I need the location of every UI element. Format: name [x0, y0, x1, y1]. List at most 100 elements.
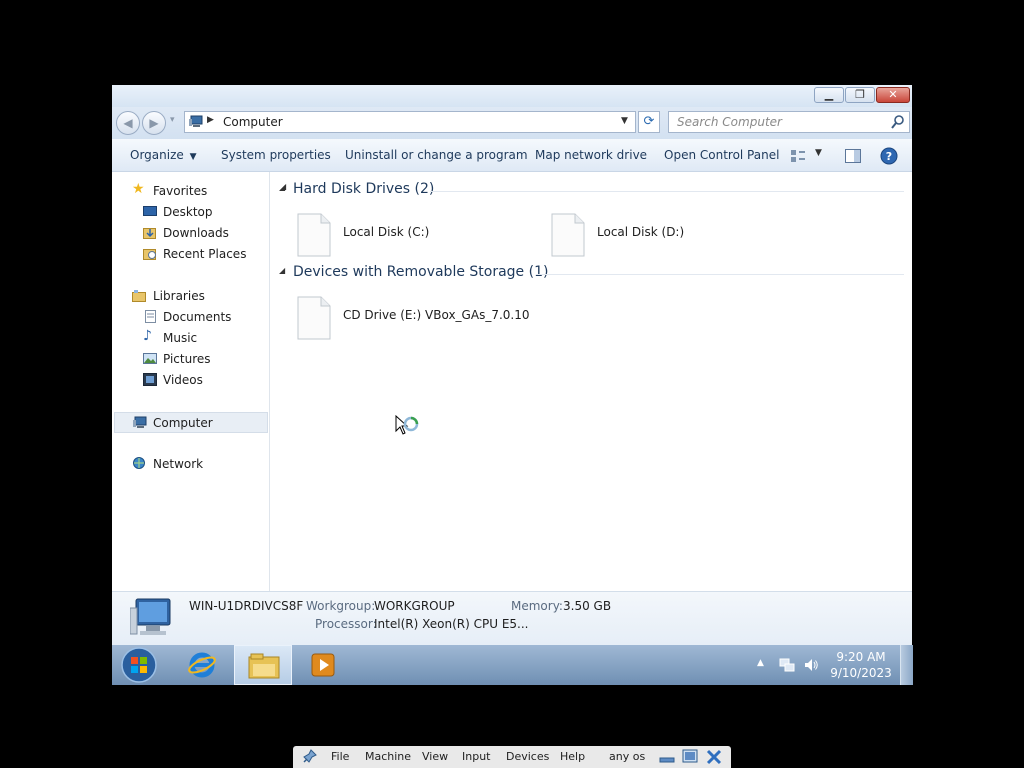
busy-cursor-icon: [395, 415, 419, 435]
preview-pane-icon[interactable]: [845, 149, 861, 163]
explorer-window: ▁ ❐ ✕ ◀ ▶ ▾ ▶ Computer ▼ ⟳ Search Comput…: [112, 85, 912, 645]
collapse-arrow-icon[interactable]: ◢: [279, 266, 285, 275]
help-icon[interactable]: ?: [880, 147, 898, 165]
taskbar-internet-explorer[interactable]: [176, 645, 228, 685]
close-button[interactable]: ✕: [876, 87, 910, 103]
minimize-icon: ▁: [824, 88, 834, 101]
drive-item-e[interactable]: CD Drive (E:) VBox_GAs_7.0.10: [297, 296, 537, 340]
nav-item-network[interactable]: Network: [112, 454, 268, 474]
details-pane: WIN-U1DRDIVCS8F Workgroup: WORKGROUP Mem…: [112, 591, 912, 645]
nav-item-libraries[interactable]: Libraries: [112, 286, 268, 306]
restore-icon: ❐: [855, 88, 865, 101]
address-dropdown-icon[interactable]: ▼: [621, 116, 628, 126]
drive-file-icon: [297, 296, 331, 340]
nav-item-videos[interactable]: Videos: [112, 370, 268, 390]
pin-icon[interactable]: [301, 749, 317, 765]
recent-places-icon: [143, 249, 156, 260]
pictures-icon: [143, 353, 157, 364]
nav-item-favorites[interactable]: ★ Favorites: [112, 181, 268, 201]
nav-label: Pictures: [163, 352, 211, 366]
computer-large-icon: [130, 598, 171, 635]
organize-button[interactable]: Organize ▼: [130, 139, 197, 171]
breadcrumb-chevron-icon[interactable]: ▶: [207, 115, 214, 125]
drive-label: Local Disk (D:): [597, 225, 685, 239]
open-control-panel-button[interactable]: Open Control Panel: [664, 139, 779, 171]
network-icon: [133, 457, 145, 469]
nav-label: Computer: [153, 416, 213, 430]
drive-file-icon: [551, 213, 585, 257]
group-header-hard-disk-drives[interactable]: Hard Disk Drives (2): [293, 181, 434, 197]
nav-label: Downloads: [163, 226, 229, 240]
nav-label: Documents: [163, 310, 232, 324]
minimize-button[interactable]: ▁: [814, 87, 844, 103]
map-network-drive-button[interactable]: Map network drive: [535, 139, 647, 171]
minimize-vm-icon[interactable]: [659, 750, 675, 764]
address-bar[interactable]: ▶ Computer ▼: [184, 111, 636, 133]
clock[interactable]: 9:20 AM 9/10/2023: [830, 649, 892, 681]
volume-icon[interactable]: [803, 657, 819, 673]
search-icon[interactable]: [891, 115, 905, 129]
vbox-mini-toolbar: File Machine View Input Devices Help any…: [293, 746, 731, 768]
nav-label: Desktop: [163, 205, 213, 219]
processor-value: Intel(R) Xeon(R) CPU E5...: [374, 617, 529, 631]
explorer-folder-icon: [248, 653, 280, 679]
videos-icon: [143, 373, 157, 386]
address-row: ◀ ▶ ▾ ▶ Computer ▼ ⟳ Search Computer: [112, 107, 912, 139]
system-properties-button[interactable]: System properties: [221, 139, 331, 171]
computer-icon: [133, 416, 147, 428]
exit-fullscreen-icon[interactable]: [682, 749, 698, 765]
vbox-menu-machine[interactable]: Machine: [365, 746, 411, 768]
uninstall-program-button[interactable]: Uninstall or change a program: [345, 139, 528, 171]
taskbar-windows-explorer[interactable]: [234, 645, 292, 685]
downloads-folder-icon: [143, 228, 156, 239]
group-divider: [430, 191, 904, 192]
nav-item-recent-places[interactable]: Recent Places: [112, 244, 268, 264]
vbox-menu-help[interactable]: Help: [560, 746, 585, 768]
nav-label: Favorites: [153, 184, 208, 198]
show-hidden-icons[interactable]: ▲: [757, 658, 764, 668]
search-input[interactable]: Search Computer: [668, 111, 910, 133]
taskbar: ▲ 9:20 AM 9/10/2023: [112, 645, 913, 685]
view-dropdown-icon: ▼: [815, 148, 822, 158]
nav-label: Libraries: [153, 289, 205, 303]
vbox-menu-file[interactable]: File: [331, 746, 349, 768]
nav-item-desktop[interactable]: Desktop: [112, 202, 268, 222]
view-options-icon: [791, 150, 805, 162]
show-desktop-button[interactable]: [900, 645, 913, 685]
clock-time: 9:20 AM: [836, 650, 886, 664]
workgroup-label: Workgroup:: [306, 599, 376, 613]
title-bar[interactable]: ▁ ❐ ✕: [112, 85, 912, 107]
nav-label: Music: [163, 331, 198, 345]
vbox-menu-devices[interactable]: Devices: [506, 746, 549, 768]
refresh-icon: ⟳: [643, 114, 655, 129]
forward-arrow-icon: ▶: [149, 116, 159, 130]
collapse-arrow-icon[interactable]: ◢: [279, 183, 285, 192]
vbox-menu-view[interactable]: View: [422, 746, 448, 768]
taskbar-media-player[interactable]: [300, 645, 346, 685]
nav-item-documents[interactable]: Documents: [112, 307, 268, 327]
nav-item-pictures[interactable]: Pictures: [112, 349, 268, 369]
close-vm-icon[interactable]: [706, 749, 722, 765]
change-view-button[interactable]: ▼: [790, 148, 826, 164]
nav-item-downloads[interactable]: Downloads: [112, 223, 268, 243]
music-note-icon: ♪: [143, 328, 152, 344]
nav-label: Recent Places: [163, 247, 247, 261]
vbox-menu-input[interactable]: Input: [462, 746, 490, 768]
nav-item-music[interactable]: ♪ Music: [112, 328, 268, 348]
forward-button[interactable]: ▶: [142, 111, 166, 135]
group-header-removable-storage[interactable]: Devices with Removable Storage (1): [293, 264, 548, 280]
vbox-status-label: any os: [609, 750, 646, 763]
refresh-button[interactable]: ⟳: [638, 111, 660, 133]
memory-value: 3.50 GB: [563, 599, 612, 613]
drive-item-d[interactable]: Local Disk (D:): [551, 213, 761, 257]
star-icon: ★: [132, 181, 145, 197]
nav-item-computer[interactable]: Computer: [114, 412, 268, 433]
libraries-icon: [132, 290, 146, 302]
start-button-icon[interactable]: [120, 647, 158, 683]
network-tray-icon[interactable]: [779, 657, 795, 673]
close-icon: ✕: [888, 88, 898, 101]
back-button[interactable]: ◀: [116, 111, 140, 135]
drive-item-c[interactable]: Local Disk (C:): [297, 213, 507, 257]
maximize-button[interactable]: ❐: [845, 87, 875, 103]
recent-pages-icon[interactable]: ▾: [170, 115, 175, 125]
